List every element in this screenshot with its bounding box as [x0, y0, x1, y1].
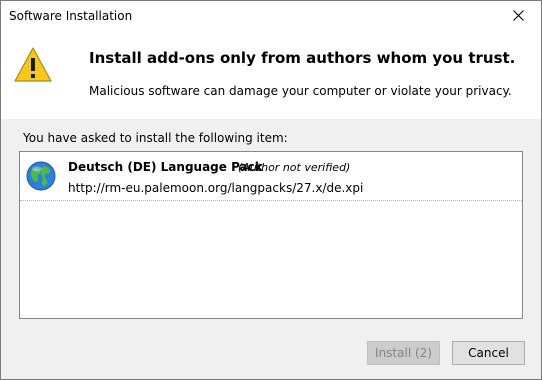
- software-installation-dialog: Software Installation Install add-ons on…: [0, 0, 542, 380]
- cancel-button[interactable]: Cancel: [452, 341, 525, 365]
- item-name: Deutsch (DE) Language Pack: [68, 160, 263, 174]
- install-button[interactable]: Install (2): [367, 341, 440, 365]
- title-bar[interactable]: Software Installation: [1, 1, 541, 31]
- warning-header: Install add-ons only from authors whom y…: [1, 31, 541, 119]
- install-items-list[interactable]: Deutsch (DE) Language Pack (Author not v…: [19, 151, 523, 319]
- item-url: http://rm-eu.palemoon.org/langpacks/27.x…: [68, 181, 364, 195]
- list-item[interactable]: Deutsch (DE) Language Pack (Author not v…: [20, 152, 522, 201]
- warning-subtext: Malicious software can damage your compu…: [89, 84, 512, 98]
- close-icon: [513, 10, 524, 21]
- globe-icon: [26, 161, 56, 191]
- author-status: (Author not verified): [238, 161, 351, 174]
- window-title: Software Installation: [9, 9, 133, 23]
- install-prompt: You have asked to install the following …: [23, 131, 288, 145]
- warning-heading: Install add-ons only from authors whom y…: [89, 49, 516, 67]
- warning-icon: [14, 47, 52, 82]
- close-button[interactable]: [497, 1, 541, 31]
